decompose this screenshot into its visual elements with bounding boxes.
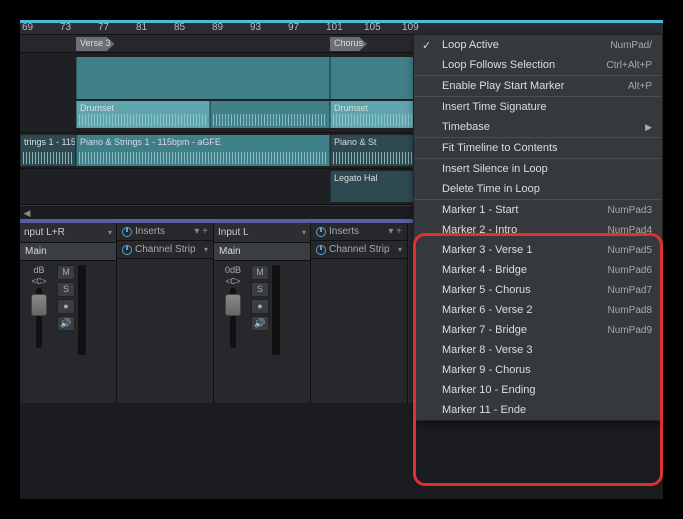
chevron-down-icon: ▾	[398, 245, 402, 254]
waveform	[333, 114, 412, 126]
db-readout: dB	[33, 265, 44, 275]
marker-flag-verse3[interactable]: Verse 3	[76, 37, 115, 51]
inserts-header[interactable]: Inserts▾ +	[311, 223, 407, 241]
inserts-header[interactable]: Inserts▾ +	[117, 223, 213, 241]
waveform	[79, 152, 327, 164]
ruler-tick: 93	[248, 22, 286, 33]
plus-icon[interactable]: ▾ +	[194, 226, 208, 237]
menu-item-play-start-marker[interactable]: Enable Play Start MarkerAlt+P	[414, 76, 662, 97]
level-meter	[78, 265, 86, 355]
audio-clip[interactable]: Drumset	[76, 101, 210, 128]
record-button[interactable]: ●	[57, 299, 75, 314]
menu-item-loop-follows[interactable]: Loop Follows SelectionCtrl+Alt+P	[414, 55, 662, 76]
record-button[interactable]: ●	[251, 299, 269, 314]
ruler-tick: 101	[324, 22, 362, 33]
audio-clip[interactable]: Piano & St	[330, 135, 415, 166]
menu-item-marker[interactable]: Marker 10 - Ending	[414, 380, 662, 400]
menu-item-insert-silence[interactable]: Insert Silence in Loop	[414, 159, 662, 179]
menu-item-loop-active[interactable]: ✓ Loop ActiveNumPad/	[414, 35, 662, 55]
db-readout: 0dB	[225, 265, 241, 275]
clip-label: Drumset	[77, 101, 209, 115]
chevron-down-icon: ▾	[204, 245, 208, 254]
power-icon[interactable]	[122, 245, 132, 255]
clip-label: Drumset	[331, 101, 414, 115]
power-icon[interactable]	[316, 245, 326, 255]
ruler-tick: 105	[362, 22, 400, 33]
ruler-tick: 73	[58, 22, 96, 33]
clip-label: Piano & Strings 1 - 115bpm - aGFE	[77, 135, 329, 149]
channel-fader-section: dB <C> M S ● 🔊	[20, 261, 116, 403]
waveform	[79, 114, 207, 126]
menu-item-marker[interactable]: Marker 9 - Chorus	[414, 360, 662, 380]
menu-item-marker[interactable]: Marker 6 - Verse 2NumPad8	[414, 300, 662, 320]
audio-clip[interactable]: Legato Hal	[330, 171, 415, 202]
solo-button[interactable]: S	[251, 282, 269, 297]
solo-button[interactable]: S	[57, 282, 75, 297]
channel-input-selector[interactable]: Input L▾	[214, 223, 310, 243]
ruler-tick: 77	[96, 22, 134, 33]
mixer-inserts[interactable]: Inserts▾ + Channel Strip▾	[117, 223, 214, 403]
menu-item-marker[interactable]: Marker 1 - StartNumPad3	[414, 200, 662, 220]
menu-item-marker[interactable]: Marker 2 - IntroNumPad4	[414, 220, 662, 240]
clip-label: trings 1 - 115	[21, 135, 75, 149]
menu-item-delete-time[interactable]: Delete Time in Loop	[414, 179, 662, 200]
ruler-tick: 69	[20, 22, 58, 33]
mixer-channel[interactable]: Input L▾ Main 0dB <C> M S ● 🔊	[214, 223, 311, 403]
volume-fader[interactable]	[36, 288, 42, 348]
audio-clip[interactable]: trings 1 - 115	[20, 135, 76, 166]
clip-label: Piano & St	[331, 135, 414, 149]
ruler-tick: 81	[134, 22, 172, 33]
menu-item-marker[interactable]: Marker 11 - Ende	[414, 400, 662, 420]
scroll-left-icon[interactable]: ◀	[20, 206, 34, 220]
level-meter	[272, 265, 280, 355]
audio-clip[interactable]	[210, 101, 330, 128]
monitor-button[interactable]: 🔊	[251, 316, 269, 331]
mute-button[interactable]: M	[57, 265, 75, 280]
ruler-tick: 97	[286, 22, 324, 33]
menu-item-timebase[interactable]: Timebase▶	[414, 117, 662, 138]
power-icon[interactable]	[316, 227, 326, 237]
check-icon: ✓	[422, 39, 431, 52]
audio-clip[interactable]	[330, 57, 415, 99]
menu-item-marker[interactable]: Marker 3 - Verse 1NumPad5	[414, 240, 662, 260]
channel-output-selector[interactable]: Main	[214, 243, 310, 261]
menu-item-time-signature[interactable]: Insert Time Signature	[414, 97, 662, 117]
menu-item-marker[interactable]: Marker 4 - BridgeNumPad6	[414, 260, 662, 280]
mixer-inserts[interactable]: Inserts▾ + Channel Strip▾	[311, 223, 408, 403]
marker-flag-chorus[interactable]: Chorus	[330, 37, 367, 51]
menu-item-marker[interactable]: Marker 8 - Verse 3	[414, 340, 662, 360]
channel-fader-section: 0dB <C> M S ● 🔊	[214, 261, 310, 403]
plus-icon[interactable]: ▾ +	[388, 226, 402, 237]
audio-clip[interactable]: Piano & Strings 1 - 115bpm - aGFE	[76, 135, 330, 166]
timeline-context-menu: ✓ Loop ActiveNumPad/ Loop Follows Select…	[413, 34, 663, 421]
volume-fader[interactable]	[230, 288, 236, 348]
chevron-down-icon: ▾	[302, 228, 306, 237]
ruler-tick: 85	[172, 22, 210, 33]
ruler-tick: 89	[210, 22, 248, 33]
mute-button[interactable]: M	[251, 265, 269, 280]
clip-label: Legato Hal	[331, 171, 414, 185]
audio-clip[interactable]	[76, 57, 330, 99]
pan-readout: <C>	[31, 277, 46, 286]
monitor-button[interactable]: 🔊	[57, 316, 75, 331]
menu-item-marker[interactable]: Marker 5 - ChorusNumPad7	[414, 280, 662, 300]
insert-slot[interactable]: Channel Strip▾	[311, 241, 407, 259]
pan-readout: <C>	[225, 277, 240, 286]
waveform	[213, 114, 327, 126]
audio-clip[interactable]: Drumset	[330, 101, 415, 128]
ruler-tick: 109	[400, 22, 438, 33]
menu-item-fit-timeline[interactable]: Fit Timeline to Contents	[414, 138, 662, 159]
waveform	[333, 152, 412, 164]
insert-slot[interactable]: Channel Strip▾	[117, 241, 213, 259]
chevron-down-icon: ▾	[108, 228, 112, 237]
channel-input-selector[interactable]: nput L+R▾	[20, 223, 116, 243]
waveform	[23, 152, 73, 164]
power-icon[interactable]	[122, 227, 132, 237]
mixer-channel[interactable]: nput L+R▾ Main dB <C> M S ● 🔊	[20, 223, 117, 403]
menu-item-marker[interactable]: Marker 7 - BridgeNumPad9	[414, 320, 662, 340]
time-ruler[interactable]: 69 73 77 81 85 89 93 97 101 105 109	[20, 20, 663, 35]
channel-output-selector[interactable]: Main	[20, 243, 116, 261]
chevron-right-icon: ▶	[645, 122, 652, 133]
